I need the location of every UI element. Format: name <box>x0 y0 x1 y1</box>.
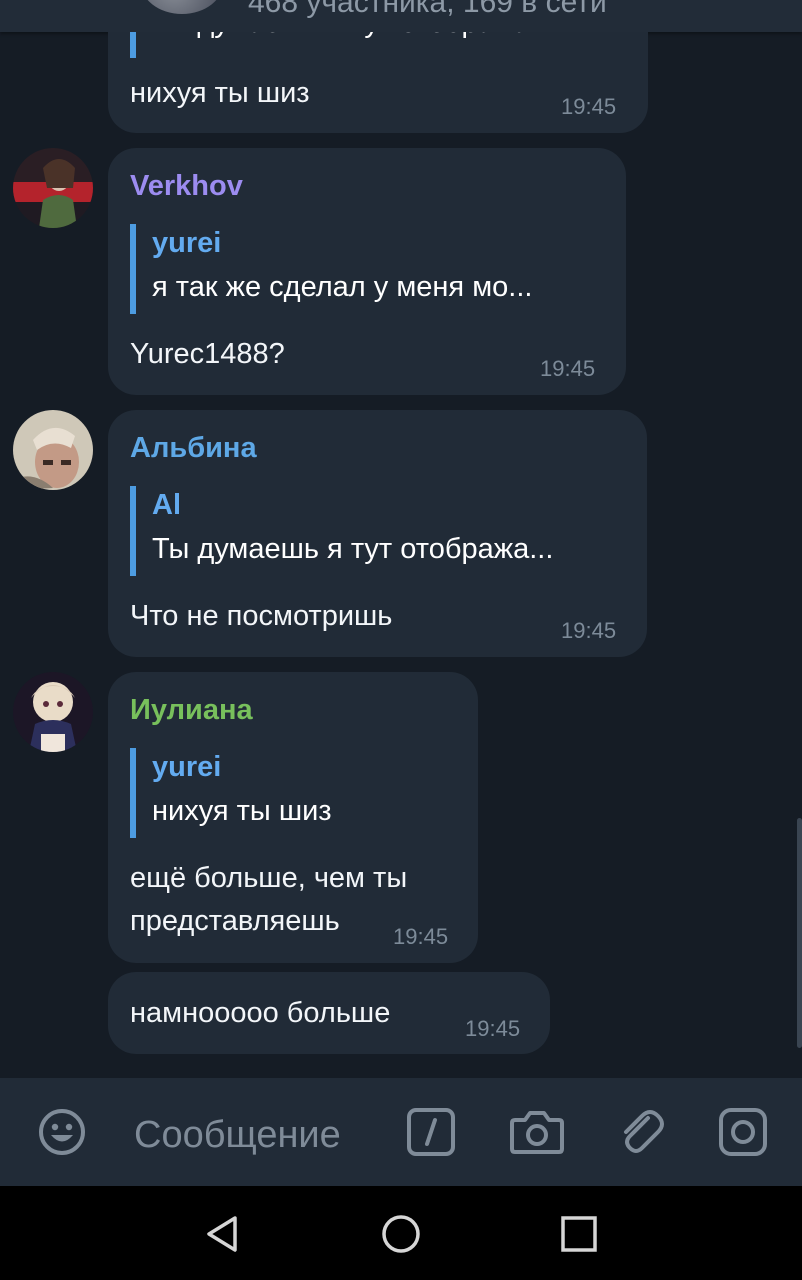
message-time: 19:45 <box>561 94 617 119</box>
message-input[interactable]: Сообщение <box>134 1114 341 1157</box>
reply-sender-name: yurei <box>152 751 222 783</box>
chat-header[interactable]: 468 участника, 169 в сети <box>0 0 802 32</box>
reply-sender-name: yurei <box>152 227 222 259</box>
message-bubble[interactable]: намнооооо больше 19:45 <box>108 972 550 1054</box>
avatar-verkhov[interactable] <box>13 148 93 228</box>
message-bubble[interactable]: Verkhov yurei я так же сделал у меня мо.… <box>108 148 626 395</box>
message-bubble[interactable]: Ты думаешь я тут отобража... нихуя ты ши… <box>108 32 648 133</box>
reply-sender-name: Al <box>152 489 181 521</box>
message-time: 19:45 <box>540 356 596 381</box>
sender-name[interactable]: Альбина <box>130 432 257 465</box>
reply-quote[interactable]: yurei нихуя ты шиз <box>130 748 332 838</box>
message-text: нихуя ты шиз <box>130 77 310 109</box>
reply-text: я так же сделал у меня мо... <box>152 271 533 303</box>
recents-icon[interactable] <box>557 1212 601 1256</box>
message-text: Что не посмотришь <box>130 600 393 632</box>
message-bubble[interactable]: Иулиана yurei нихуя ты шиз ещё больше, ч… <box>108 672 478 963</box>
message-input-bar: Сообщение <box>0 1078 802 1186</box>
message-time: 19:45 <box>561 618 617 643</box>
instagram-icon[interactable] <box>717 1106 769 1158</box>
attach-icon[interactable] <box>614 1106 666 1158</box>
reply-text: Ты думаешь я тут отобража... <box>152 32 553 46</box>
group-avatar[interactable] <box>140 0 224 14</box>
message-time: 19:45 <box>393 924 449 949</box>
home-icon[interactable] <box>379 1212 423 1256</box>
sender-name[interactable]: Verkhov <box>130 170 243 203</box>
message-list[interactable]: Ты думаешь я тут отобража... нихуя ты ши… <box>0 32 802 1078</box>
avatar-albina[interactable] <box>13 410 93 490</box>
bot-command-icon[interactable] <box>405 1106 457 1158</box>
group-subtitle: 468 участника, 169 в сети <box>248 0 607 19</box>
camera-icon[interactable] <box>509 1106 565 1158</box>
message-time: 19:45 <box>465 1016 521 1041</box>
reply-quote[interactable]: Al Ты думаешь я тут отобража... <box>130 486 553 576</box>
message-bubble[interactable]: Альбина Al Ты думаешь я тут отобража... … <box>108 410 647 657</box>
back-icon[interactable] <box>201 1212 245 1256</box>
reply-text: Ты думаешь я тут отобража... <box>152 533 554 565</box>
system-navbar <box>0 1186 802 1280</box>
scrollbar[interactable] <box>797 818 802 1048</box>
reply-text: нихуя ты шиз <box>152 795 332 827</box>
reply-quote[interactable]: Ты думаешь я тут отобража... <box>130 32 553 58</box>
avatar-iuliana[interactable] <box>13 672 93 752</box>
message-text: Yurec1488? <box>130 338 285 370</box>
message-text-line: ещё больше, чем ты <box>130 862 408 894</box>
message-text: намнооооо больше <box>130 997 391 1029</box>
emoji-icon[interactable] <box>36 1106 88 1158</box>
reply-quote[interactable]: yurei я так же сделал у меня мо... <box>130 224 532 314</box>
sender-name[interactable]: Иулиана <box>130 694 253 727</box>
message-text-line: представляешь <box>130 905 340 937</box>
